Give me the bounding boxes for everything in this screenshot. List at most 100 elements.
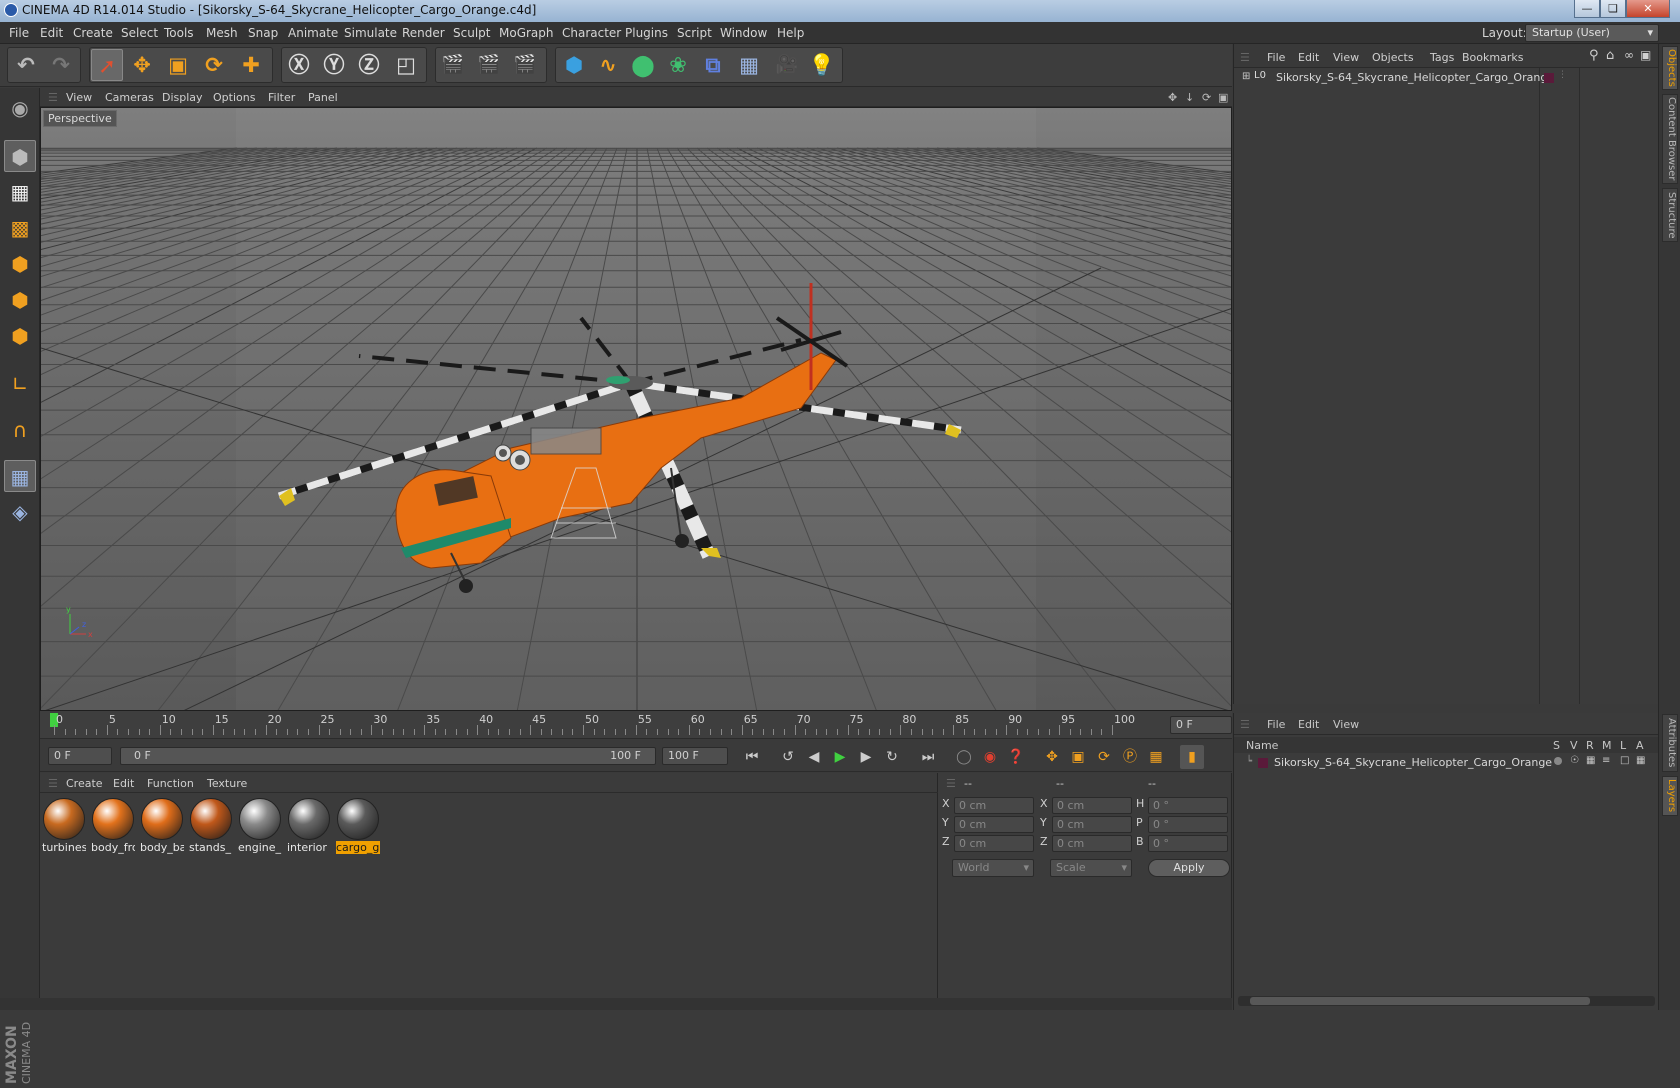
expand-icon[interactable]: ⊞ xyxy=(1242,71,1250,82)
layer-name[interactable]: Sikorsky_S-64_Skycrane_Helicopter_Cargo_… xyxy=(1274,756,1552,769)
layer-row[interactable]: ┕ Sikorsky_S-64_Skycrane_Helicopter_Carg… xyxy=(1234,755,1659,771)
end-frame-field[interactable]: 100 F xyxy=(662,747,728,765)
menu-mograph[interactable]: MoGraph xyxy=(499,26,554,40)
layer-header-solo[interactable]: S xyxy=(1553,739,1560,752)
render-picture-viewer-icon[interactable]: 🎬 xyxy=(473,49,505,81)
timeline-window-icon[interactable]: ▮ xyxy=(1180,745,1204,769)
material-swatch[interactable]: body_ba xyxy=(140,798,184,856)
object-menu-file[interactable]: File xyxy=(1267,51,1285,64)
menu-snap[interactable]: Snap xyxy=(248,26,278,40)
current-frame-field[interactable]: 0 F xyxy=(1170,716,1232,734)
snap-icon[interactable]: ∩ xyxy=(4,414,36,446)
make-editable-icon[interactable]: ◉ xyxy=(4,92,36,124)
lock-icon[interactable]: □ xyxy=(1620,755,1629,766)
viewport-menu-display[interactable]: Display xyxy=(162,91,203,104)
redo-icon[interactable]: ↷ xyxy=(45,49,77,81)
z-axis-icon[interactable]: Ⓩ xyxy=(353,49,385,81)
orbit-icon[interactable]: ⟳ xyxy=(1202,91,1211,104)
keyframe-selection-icon[interactable]: ❓ xyxy=(1004,745,1028,769)
timeline-ruler[interactable]: 0 5 10 15 20 25 30 35 40 45 50 55 60 65 70 75 80 85 90 95 10… xyxy=(40,711,1232,739)
layer-header-render[interactable]: R xyxy=(1586,739,1594,752)
viewport-menu-options[interactable]: Options xyxy=(213,91,255,104)
coord-rotation-field[interactable]: 0 ° xyxy=(1148,816,1228,833)
layer-header-locked[interactable]: L xyxy=(1620,739,1626,752)
object-menu-edit[interactable]: Edit xyxy=(1298,51,1319,64)
viewport-menu-filter[interactable]: Filter xyxy=(268,91,295,104)
new-window-icon[interactable]: ▣ xyxy=(1640,48,1651,62)
goto-start-icon[interactable]: ⏮ xyxy=(740,745,764,769)
menu-plugins[interactable]: Plugins xyxy=(625,26,668,40)
close-button[interactable]: ✕ xyxy=(1626,0,1670,18)
light-icon[interactable]: 💡 xyxy=(806,49,838,81)
layer-header-manager[interactable]: M xyxy=(1602,739,1612,752)
material-swatch[interactable]: engine_ xyxy=(238,798,282,856)
autokey-icon[interactable]: ◉ xyxy=(978,745,1002,769)
point-level-icon[interactable]: ▦ xyxy=(1144,745,1168,769)
coord-size-field[interactable]: 0 cm xyxy=(1052,797,1132,814)
coord-size-field[interactable]: 0 cm xyxy=(1052,835,1132,852)
solo-toggle[interactable] xyxy=(1554,757,1562,765)
layer-header-animation[interactable]: A xyxy=(1636,739,1644,752)
rotate-icon[interactable]: ⟳ xyxy=(198,49,230,81)
model-mode-icon[interactable]: ⬢ xyxy=(4,140,36,172)
scrollbar-thumb[interactable] xyxy=(1250,997,1590,1005)
record-keys-icon[interactable]: ◯ xyxy=(952,745,976,769)
object-menu-tags[interactable]: Tags xyxy=(1430,51,1454,64)
search-icon[interactable]: ⚲ xyxy=(1589,48,1599,63)
toggle-view-icon[interactable]: ▣ xyxy=(1218,91,1228,104)
parameter-key-icon[interactable]: Ⓟ xyxy=(1118,745,1142,769)
viewport-menu-view[interactable]: View xyxy=(66,91,92,104)
polygons-mode-icon[interactable]: ⬢ xyxy=(4,320,36,352)
menu-select[interactable]: Select xyxy=(121,26,158,40)
sculpt-icon[interactable]: ◈ xyxy=(4,496,36,528)
render-view-icon[interactable]: 🎬 xyxy=(437,49,469,81)
menu-help[interactable]: Help xyxy=(777,26,804,40)
menu-tools[interactable]: Tools xyxy=(164,26,194,40)
coord-mode-select[interactable]: World ▾ xyxy=(952,859,1034,877)
coord-position-field[interactable]: 0 cm xyxy=(954,797,1034,814)
scale-key-icon[interactable]: ▣ xyxy=(1066,745,1090,769)
array-icon[interactable]: ❀ xyxy=(662,49,694,81)
prev-frame-icon[interactable]: ◀ xyxy=(802,745,826,769)
object-menu-view[interactable]: View xyxy=(1333,51,1359,64)
nurbs-icon[interactable]: ⬤ xyxy=(627,49,659,81)
eye-icon[interactable]: ☉ xyxy=(1570,755,1579,766)
next-key-icon[interactable]: ↻ xyxy=(880,745,904,769)
material-swatch[interactable]: stands_ xyxy=(189,798,233,856)
deformer-icon[interactable]: ⧉ xyxy=(697,49,729,81)
coord-position-field[interactable]: 0 cm xyxy=(954,835,1034,852)
object-menu-bookmarks[interactable]: Bookmarks xyxy=(1462,51,1523,64)
tab-attributes[interactable]: Attributes xyxy=(1662,714,1678,772)
start-frame-field[interactable]: 0 F xyxy=(48,747,112,765)
material-swatch[interactable]: interior xyxy=(287,798,331,856)
layer-color-swatch[interactable] xyxy=(1258,758,1268,768)
coordinate-system-icon[interactable]: ◰ xyxy=(390,49,422,81)
layer-menu-file[interactable]: File xyxy=(1267,718,1285,731)
menu-character[interactable]: Character xyxy=(562,26,621,40)
scale-icon[interactable]: ▣ xyxy=(162,49,194,81)
x-axis-icon[interactable]: Ⓧ xyxy=(283,49,315,81)
viewport-menu-cameras[interactable]: Cameras xyxy=(105,91,154,104)
visibility-dots-icon[interactable]: ⋮ xyxy=(1558,70,1567,80)
animation-icon[interactable]: ▦ xyxy=(1636,755,1645,766)
coord-size-field[interactable]: 0 cm xyxy=(1052,816,1132,833)
horizontal-scrollbar[interactable] xyxy=(1238,996,1655,1006)
preview-range-slider[interactable]: 0 F 100 F xyxy=(120,747,656,765)
menu-mesh[interactable]: Mesh xyxy=(206,26,238,40)
material-swatch[interactable]: body_fro xyxy=(91,798,135,856)
layer-menu-edit[interactable]: Edit xyxy=(1298,718,1319,731)
move-icon[interactable]: ✥ xyxy=(126,49,158,81)
camera-icon[interactable]: 🎥 xyxy=(771,49,803,81)
material-menu-texture[interactable]: Texture xyxy=(207,777,247,790)
tab-content-browser[interactable]: Content Browser xyxy=(1662,94,1678,184)
y-axis-icon[interactable]: Ⓨ xyxy=(318,49,350,81)
material-menu-create[interactable]: Create xyxy=(66,777,103,790)
tab-structure[interactable]: Structure xyxy=(1662,188,1678,242)
layer-menu-view[interactable]: View xyxy=(1333,718,1359,731)
axis-mode-icon[interactable]: ∟ xyxy=(4,368,36,400)
menu-script[interactable]: Script xyxy=(677,26,712,40)
apply-button[interactable]: Apply xyxy=(1148,859,1230,877)
next-frame-icon[interactable]: ▶ xyxy=(854,745,878,769)
material-swatch[interactable]: cargo_g xyxy=(336,798,380,856)
menu-window[interactable]: Window xyxy=(720,26,767,40)
